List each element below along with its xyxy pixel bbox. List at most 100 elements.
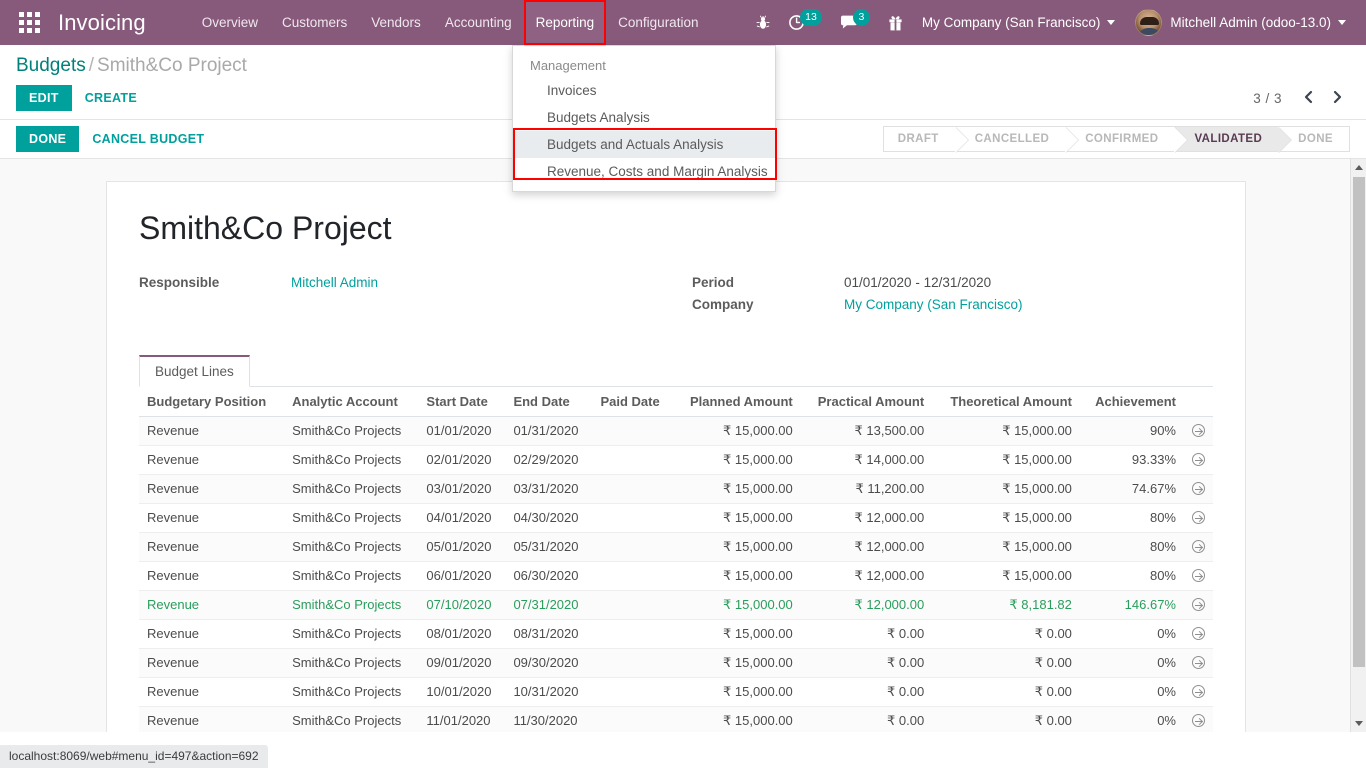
pager-count: 3 / 3 (1253, 91, 1292, 106)
apps-menu-button[interactable] (6, 0, 52, 45)
cell-row-options[interactable] (1184, 648, 1213, 677)
activity-clock-icon[interactable]: 13 (779, 0, 831, 45)
table-row[interactable]: RevenueSmith&Co Projects04/01/202004/30/… (139, 503, 1213, 532)
open-line-icon[interactable] (1192, 714, 1205, 727)
column-header-start-date[interactable]: Start Date (418, 387, 505, 417)
form-action-buttons: DONE CANCEL BUDGET (16, 126, 217, 152)
column-header-budgetary-position[interactable]: Budgetary Position (139, 387, 284, 417)
create-button[interactable]: CREATE (72, 85, 150, 111)
column-header-theoretical-amount[interactable]: Theoretical Amount (932, 387, 1080, 417)
cell-budgetary-position: Revenue (139, 648, 284, 677)
activity-count-badge: 13 (800, 9, 822, 26)
cell-planned-amount: ₹ 15,000.00 (673, 416, 801, 445)
cell-row-options[interactable] (1184, 677, 1213, 706)
cell-row-options[interactable] (1184, 503, 1213, 532)
table-row[interactable]: RevenueSmith&Co Projects02/01/202002/29/… (139, 445, 1213, 474)
scrollbar-thumb[interactable] (1353, 177, 1365, 667)
cell-start-date: 08/01/2020 (418, 619, 505, 648)
user-menu-label: Mitchell Admin (odoo-13.0) (1170, 15, 1331, 30)
open-line-icon[interactable] (1192, 453, 1205, 466)
open-line-icon[interactable] (1192, 627, 1205, 640)
budget-lines-table-body: RevenueSmith&Co Projects01/01/202001/31/… (139, 416, 1213, 732)
status-step-draft[interactable]: DRAFT (884, 127, 955, 151)
open-line-icon[interactable] (1192, 511, 1205, 524)
menu-item-accounting[interactable]: Accounting (433, 0, 524, 45)
open-line-icon[interactable] (1192, 424, 1205, 437)
cancel-budget-button[interactable]: CANCEL BUDGET (79, 126, 217, 152)
open-line-icon[interactable] (1192, 598, 1205, 611)
cell-start-date: 05/01/2020 (418, 532, 505, 561)
table-row[interactable]: RevenueSmith&Co Projects10/01/202010/31/… (139, 677, 1213, 706)
column-header-achievement[interactable]: Achievement (1080, 387, 1184, 417)
field-company-value[interactable]: My Company (San Francisco) (844, 297, 1023, 312)
open-line-icon[interactable] (1192, 482, 1205, 495)
cell-paid-date (592, 648, 673, 677)
vertical-scrollbar[interactable] (1350, 159, 1366, 732)
column-header-planned-amount[interactable]: Planned Amount (673, 387, 801, 417)
menu-item-overview[interactable]: Overview (190, 0, 270, 45)
field-responsible-value[interactable]: Mitchell Admin (291, 275, 378, 290)
column-header-end-date[interactable]: End Date (505, 387, 592, 417)
open-line-icon[interactable] (1192, 685, 1205, 698)
menu-item-customers[interactable]: Customers (270, 0, 359, 45)
apps-grid-icon (19, 12, 40, 33)
cell-planned-amount: ₹ 15,000.00 (673, 503, 801, 532)
table-row[interactable]: RevenueSmith&Co Projects08/01/202008/31/… (139, 619, 1213, 648)
cell-row-options[interactable] (1184, 706, 1213, 732)
status-step-validated[interactable]: VALIDATED (1174, 127, 1278, 151)
cell-planned-amount: ₹ 15,000.00 (673, 561, 801, 590)
cell-analytic-account: Smith&Co Projects (284, 561, 418, 590)
tab-budget-lines[interactable]: Budget Lines (139, 355, 250, 387)
open-line-icon[interactable] (1192, 569, 1205, 582)
cell-row-options[interactable] (1184, 590, 1213, 619)
scroll-up-button[interactable] (1351, 159, 1366, 176)
pager-next-button[interactable] (1325, 88, 1350, 109)
table-row[interactable]: RevenueSmith&Co Projects09/01/202009/30/… (139, 648, 1213, 677)
table-row[interactable]: RevenueSmith&Co Projects01/01/202001/31/… (139, 416, 1213, 445)
scroll-down-button[interactable] (1351, 715, 1366, 732)
dropdown-item-revenue-costs-margin-analysis[interactable]: Revenue, Costs and Margin Analysis (513, 158, 775, 185)
user-menu[interactable]: Mitchell Admin (odoo-13.0) (1125, 9, 1356, 36)
menu-item-configuration[interactable]: Configuration (606, 0, 710, 45)
cell-row-options[interactable] (1184, 561, 1213, 590)
breadcrumb-item-budgets[interactable]: Budgets (16, 55, 86, 76)
cell-paid-date (592, 416, 673, 445)
column-header-practical-amount[interactable]: Practical Amount (801, 387, 932, 417)
cell-planned-amount: ₹ 15,000.00 (673, 474, 801, 503)
open-line-icon[interactable] (1192, 656, 1205, 669)
messages-icon[interactable]: 3 (831, 0, 879, 45)
bug-icon[interactable] (747, 0, 779, 45)
table-row[interactable]: RevenueSmith&Co Projects07/10/202007/31/… (139, 590, 1213, 619)
cell-budgetary-position: Revenue (139, 474, 284, 503)
table-row[interactable]: RevenueSmith&Co Projects06/01/202006/30/… (139, 561, 1213, 590)
cell-achievement: 0% (1080, 619, 1184, 648)
table-row[interactable]: RevenueSmith&Co Projects03/01/202003/31/… (139, 474, 1213, 503)
cell-end-date: 06/30/2020 (505, 561, 592, 590)
done-button[interactable]: DONE (16, 126, 79, 152)
dropdown-item-budgets-and-actuals-analysis[interactable]: Budgets and Actuals Analysis (513, 131, 775, 158)
cell-row-options[interactable] (1184, 416, 1213, 445)
open-line-icon[interactable] (1192, 540, 1205, 553)
column-header-analytic-account[interactable]: Analytic Account (284, 387, 418, 417)
menu-item-reporting[interactable]: Reporting (524, 0, 607, 45)
edit-button[interactable]: EDIT (16, 85, 72, 111)
cell-achievement: 90% (1080, 416, 1184, 445)
table-row[interactable]: RevenueSmith&Co Projects11/01/202011/30/… (139, 706, 1213, 732)
dropdown-item-budgets-analysis[interactable]: Budgets Analysis (513, 104, 775, 131)
navbar-systray: 13 3 My Company (San Francisco) Mitchell… (747, 0, 1366, 45)
status-step-cancelled[interactable]: CANCELLED (955, 127, 1066, 151)
cell-row-options[interactable] (1184, 445, 1213, 474)
pager-previous-button[interactable] (1296, 88, 1321, 109)
menu-item-vendors[interactable]: Vendors (359, 0, 433, 45)
table-row[interactable]: RevenueSmith&Co Projects05/01/202005/31/… (139, 532, 1213, 561)
cell-row-options[interactable] (1184, 532, 1213, 561)
app-brand-title[interactable]: Invoicing (52, 10, 156, 36)
cell-row-options[interactable] (1184, 474, 1213, 503)
dropdown-item-invoices[interactable]: Invoices (513, 77, 775, 104)
cell-row-options[interactable] (1184, 619, 1213, 648)
triangle-down-icon (1355, 721, 1363, 726)
column-header-paid-date[interactable]: Paid Date (592, 387, 673, 417)
status-step-confirmed[interactable]: CONFIRMED (1065, 127, 1174, 151)
gift-icon[interactable] (879, 0, 912, 45)
company-switcher[interactable]: My Company (San Francisco) (912, 15, 1126, 30)
